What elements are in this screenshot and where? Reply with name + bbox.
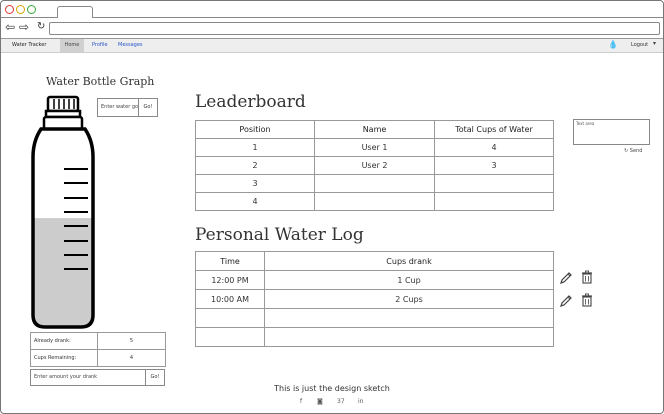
leaderboard-cell: 4 xyxy=(195,192,315,211)
water-goal-input[interactable]: Enter water goal xyxy=(98,99,138,116)
leaderboard-title: Leaderboard xyxy=(195,92,306,112)
send-button[interactable]: ↻ Send xyxy=(624,148,642,154)
already-drank-value: 5 xyxy=(97,332,166,350)
browser-nav-row: ⇦ ⇨ ↻ xyxy=(1,18,663,39)
nav-home[interactable]: Home xyxy=(60,39,84,52)
table-row: 1 User 1 4 xyxy=(195,138,554,157)
back-arrow-icon[interactable]: ⇦ xyxy=(5,20,15,34)
leaderboard-cell: User 1 xyxy=(314,138,435,157)
water-goal-go-button[interactable]: Go! xyxy=(138,99,157,116)
water-log-header-cups: Cups drank xyxy=(264,251,554,271)
trash-icon[interactable] xyxy=(580,293,594,307)
water-log-header-row: Time Cups drank xyxy=(195,251,554,271)
cups-remaining-value: 4 xyxy=(97,349,166,367)
nav-profile[interactable]: Profile xyxy=(92,41,108,49)
leaderboard-header-row: Position Name Total Cups of Water xyxy=(195,120,554,139)
table-row: 10:00 AM 2 Cups xyxy=(195,289,554,309)
table-row xyxy=(195,308,554,328)
drink-amount-go-button[interactable]: Go! xyxy=(145,370,164,385)
bottle-graph-title: Water Bottle Graph xyxy=(46,75,155,88)
table-row: 2 User 2 3 xyxy=(195,156,554,175)
table-row: 3 xyxy=(195,174,554,193)
forward-arrow-icon[interactable]: ⇨ xyxy=(19,20,29,34)
drink-amount-input[interactable]: Enter amount your drank xyxy=(31,370,145,385)
water-log-cell xyxy=(264,308,554,328)
leaderboard-cell xyxy=(314,192,435,211)
linkedin-icon[interactable]: in xyxy=(358,398,363,405)
water-log-cell xyxy=(264,327,554,347)
url-bar[interactable] xyxy=(49,22,660,35)
water-log-header-time: Time xyxy=(195,251,265,271)
leaderboard-cell: 3 xyxy=(434,156,554,175)
minimize-window-icon[interactable] xyxy=(16,5,25,14)
water-log-cell: 2 Cups xyxy=(264,289,554,309)
edit-pencil-icon[interactable] xyxy=(559,294,573,308)
already-drank-label: Already drank: xyxy=(30,332,98,350)
logout-dropdown[interactable]: Logout xyxy=(631,41,648,49)
water-goal-input-group: Enter water goal Go! xyxy=(97,98,158,117)
send-button-label: Send xyxy=(629,148,643,154)
cups-remaining-label: Cups Remaining: xyxy=(30,349,98,367)
water-log-cell: 1 Cup xyxy=(264,270,554,290)
footer-note: This is just the design sketch xyxy=(274,384,390,393)
leaderboard-cell: 4 xyxy=(434,138,554,157)
water-log-cell: 12:00 PM xyxy=(195,270,265,290)
water-log-cell xyxy=(195,308,265,328)
stats-row-cups-remaining: Cups Remaining: 4 xyxy=(30,349,166,367)
instagram-icon[interactable]: ◙ xyxy=(317,398,323,405)
table-row: 4 xyxy=(195,192,554,211)
water-log-title: Personal Water Log xyxy=(195,225,364,245)
water-bottle-graphic xyxy=(31,95,95,329)
chat-text-area[interactable]: Text area xyxy=(573,119,650,145)
nav-messages[interactable]: Messages xyxy=(118,41,143,49)
reload-icon[interactable]: ↻ xyxy=(37,20,45,34)
leaderboard-cell: 3 xyxy=(195,174,315,193)
refresh-icon: ↻ xyxy=(624,148,629,154)
leaderboard-cell xyxy=(314,174,435,193)
app-brand[interactable]: Water Tracker xyxy=(12,41,46,49)
facebook-icon[interactable]: f xyxy=(300,398,302,405)
leaderboard-cell: User 2 xyxy=(314,156,435,175)
leaderboard-cell: 2 xyxy=(195,156,315,175)
edit-pencil-icon[interactable] xyxy=(559,271,573,285)
leaderboard-header-total: Total Cups of Water xyxy=(434,120,554,139)
stats-row-already-drank: Already drank: 5 xyxy=(30,332,166,350)
water-log-table: Time Cups drank 12:00 PM 1 Cup 10:00 AM … xyxy=(195,251,554,347)
browser-tab[interactable] xyxy=(57,6,93,18)
close-window-icon[interactable] xyxy=(5,5,14,14)
leaderboard-header-position: Position xyxy=(195,120,315,139)
leaderboard-cell xyxy=(434,174,554,193)
water-fill-level xyxy=(33,218,93,327)
drink-stats-table: Already drank: 5 Cups Remaining: 4 xyxy=(30,332,166,367)
water-log-cell: 10:00 AM xyxy=(195,289,265,309)
browser-tab-bar xyxy=(1,1,663,18)
water-drop-icon: 💧 xyxy=(608,40,618,49)
trash-icon[interactable] xyxy=(580,270,594,284)
table-row: 12:00 PM 1 Cup xyxy=(195,270,554,290)
chat-text-area-placeholder: Text area xyxy=(576,121,595,126)
maximize-window-icon[interactable] xyxy=(27,5,36,14)
leaderboard-cell xyxy=(434,192,554,211)
leaderboard-table: Position Name Total Cups of Water 1 User… xyxy=(195,120,554,211)
foursquare-icon[interactable]: 37 xyxy=(337,398,345,405)
leaderboard-cell: 1 xyxy=(195,138,315,157)
chevron-down-icon[interactable]: ▾ xyxy=(653,40,656,48)
table-row xyxy=(195,327,554,347)
leaderboard-header-name: Name xyxy=(314,120,435,139)
water-log-cell xyxy=(195,327,265,347)
app-navbar: Water Tracker Home Profile Messages 💧 Lo… xyxy=(1,39,663,53)
